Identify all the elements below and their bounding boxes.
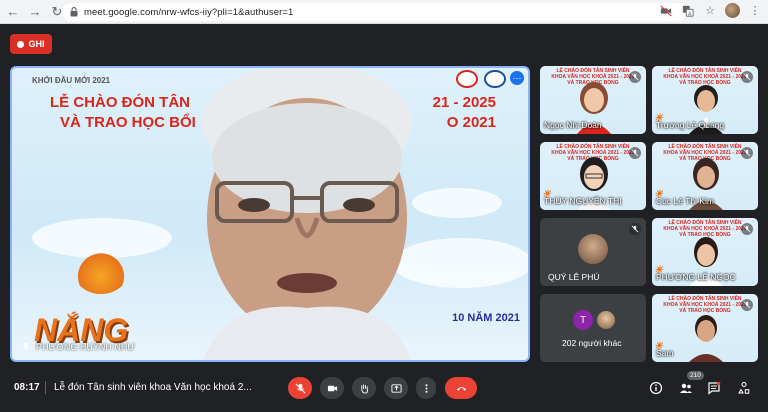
- activities-icon: [738, 382, 750, 394]
- others-tile[interactable]: T 202 người khác: [540, 294, 646, 362]
- translate-icon[interactable]: A: [681, 4, 695, 18]
- svg-text:A: A: [688, 11, 692, 17]
- speaker-name-label: PHƯƠNG HUỲNH NHƯ: [22, 342, 135, 352]
- participant-tile[interactable]: LỄ CHÀO ĐÓN TÂN SINH VIÊN KHOA VĂN HỌC K…: [652, 142, 758, 210]
- mic-off-icon: [295, 383, 305, 393]
- raise-hand-button[interactable]: [352, 377, 376, 399]
- back-icon[interactable]: ←: [4, 3, 22, 21]
- participant-avatar: [596, 310, 616, 330]
- slide-date: 10 NĂM 2021: [452, 312, 520, 324]
- record-dot-icon: [17, 40, 25, 48]
- meeting-time: 08:17: [14, 382, 40, 393]
- more-options-button[interactable]: [416, 377, 436, 399]
- more-options-icon[interactable]: ⋯: [510, 71, 524, 85]
- people-icon: [680, 383, 692, 393]
- info-icon: [649, 381, 663, 395]
- raise-hand-icon: [360, 383, 368, 394]
- more-icon: [424, 383, 428, 393]
- url-text: meet.google.com/nrw-wfcs-iiy?pli=1&authu…: [84, 6, 294, 18]
- meeting-controls-bar: 08:17 Lễ đón Tân sinh viên khoa Văn học …: [0, 364, 768, 412]
- pin-icon[interactable]: [22, 342, 30, 352]
- mic-off-icon: [629, 223, 641, 235]
- star-icon[interactable]: ☆: [703, 4, 717, 18]
- slide-tagline: KHỞI ĐẦU MỚI 2021: [32, 76, 111, 85]
- sun-logo-icon: [74, 250, 128, 294]
- emblem-icon: [456, 70, 478, 88]
- people-button[interactable]: [676, 378, 696, 398]
- browser-toolbar: ← → ↻ meet.google.com/nrw-wfcs-iiy?pli=1…: [0, 0, 768, 24]
- address-bar[interactable]: meet.google.com/nrw-wfcs-iiy?pli=1&authu…: [62, 3, 687, 21]
- recording-label: GHI: [28, 39, 45, 49]
- mic-off-icon: [629, 147, 641, 159]
- menu-icon[interactable]: ⋮: [748, 4, 762, 18]
- camera-blocked-icon[interactable]: [659, 4, 673, 18]
- participant-name: Ngọc Nhi Đoàn: [544, 120, 602, 130]
- participant-tile[interactable]: LỄ CHÀO ĐÓN TÂN SINH VIÊN KHOA VĂN HỌC K…: [540, 66, 646, 134]
- participant-name: QUÝ LÊ PHÚ: [548, 272, 600, 282]
- participant-tile[interactable]: LỄ CHÀO ĐÓN TÂN SINH VIÊN KHOA VĂN HỌC K…: [652, 66, 758, 134]
- end-call-icon: [456, 386, 466, 391]
- mic-toggle-button[interactable]: [288, 377, 312, 399]
- forward-icon[interactable]: →: [26, 3, 44, 21]
- participant-tile[interactable]: LỄ CHÀO ĐÓN TÂN SINH VIÊN KHOA VĂN HỌC K…: [652, 218, 758, 286]
- camera-icon: [327, 385, 337, 391]
- speaker-name: PHƯƠNG HUỲNH NHƯ: [36, 342, 136, 352]
- meeting-title: Lễ đón Tân sinh viên khoa Văn học khoá 2…: [54, 382, 252, 393]
- participant-video: [689, 315, 723, 362]
- participant-name: THÚY NGUYỄN THỊ: [544, 196, 622, 206]
- meeting-info-button[interactable]: [646, 378, 666, 398]
- mic-off-icon: [629, 71, 641, 83]
- emblem-icon: [484, 70, 506, 88]
- participant-avatar: [578, 234, 608, 264]
- mic-off-icon: [741, 299, 753, 311]
- mic-off-icon: [741, 147, 753, 159]
- participant-tile[interactable]: LỄ CHÀO ĐÓN TÂN SINH VIÊN KHOA VĂN HỌC K…: [652, 294, 758, 362]
- participant-tile[interactable]: LỄ CHÀO ĐÓN TÂN SINH VIÊN KHOA VĂN HỌC K…: [540, 142, 646, 210]
- participant-name: Cúc Lê Thị Kim: [656, 196, 714, 206]
- chat-button[interactable]: [704, 378, 724, 398]
- participant-name: Trương Lê Quang: [656, 120, 725, 130]
- participant-tile[interactable]: QUÝ LÊ PHÚ: [540, 218, 646, 286]
- present-icon: [390, 383, 402, 393]
- activities-button[interactable]: [734, 378, 754, 398]
- chat-icon: [708, 381, 721, 395]
- end-call-button[interactable]: [445, 377, 477, 399]
- mic-off-icon: [741, 71, 753, 83]
- participant-name: PHƯƠNG LÊ NGỌC: [656, 272, 736, 282]
- others-count-label: 202 người khác: [562, 338, 622, 348]
- participant-avatar: T: [573, 310, 593, 330]
- camera-toggle-button[interactable]: [320, 377, 344, 399]
- lock-icon: [70, 7, 78, 17]
- participant-name: Sam: [656, 348, 674, 358]
- main-video-tile[interactable]: KHỞI ĐẦU MỚI 2021 LỄ CHÀO ĐÓN TÂN VÀ TRA…: [10, 66, 530, 362]
- recording-badge[interactable]: GHI: [10, 34, 52, 54]
- account-avatar[interactable]: [725, 3, 740, 18]
- present-button[interactable]: [384, 377, 408, 399]
- divider: [45, 381, 46, 394]
- mic-off-icon: [741, 223, 753, 235]
- slide-heading-right-2: O 2021: [446, 114, 496, 131]
- speaker-video: [202, 68, 412, 360]
